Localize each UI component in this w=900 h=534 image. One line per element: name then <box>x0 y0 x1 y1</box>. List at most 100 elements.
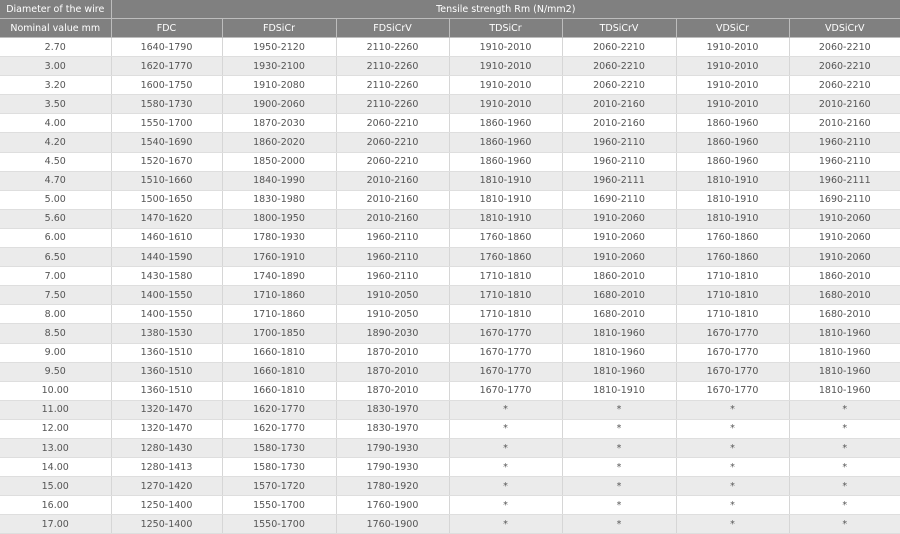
cell-fdc: 1510-1660 <box>111 171 223 191</box>
cell-tdsicrv: 2060-2210 <box>562 56 677 77</box>
table-row: 9.50 1360-1510 1660-1810 1870-2010 1670-1770… <box>0 362 900 382</box>
cell-nominal: 2.70 <box>0 37 112 58</box>
cell-tdsicrv: * <box>562 457 677 478</box>
cell-vdsicrv: 1910-2060 <box>789 247 900 268</box>
cell-vdsicrv: 1810-1960 <box>789 381 900 401</box>
table-row: 6.00 1460-1610 1780-1930 1960-2110 1760-1860… <box>0 228 900 249</box>
table-row: 5.60 1470-1620 1800-1950 2010-2160 1810-1910… <box>0 209 900 229</box>
table-row: 2.70 1640-1790 1950-2120 2110-2260 1910-2010… <box>0 37 900 58</box>
cell-fdsicr: 1570-1720 <box>222 476 337 497</box>
cell-fdsicrv: 1830-1970 <box>336 419 450 439</box>
table-row: 4.00 1550-1700 1870-2030 2060-2210 1860-1960… <box>0 113 900 134</box>
cell-tdsicrv: 1680-2010 <box>562 285 677 306</box>
cell-tdsicr: * <box>449 457 563 478</box>
cell-fdc: 1520-1670 <box>111 152 223 172</box>
cell-tdsicrv: 1910-2060 <box>562 228 677 249</box>
cell-tdsicr: 1810-1910 <box>449 209 563 229</box>
cell-fdc: 1620-1770 <box>111 56 223 77</box>
cell-nominal: 4.20 <box>0 132 112 153</box>
cell-nominal: 3.00 <box>0 56 112 77</box>
cell-fdc: 1460-1610 <box>111 228 223 249</box>
cell-fdc: 1380-1530 <box>111 323 223 344</box>
cell-vdsicr: 1670-1770 <box>676 381 790 401</box>
cell-vdsicrv: * <box>789 400 900 420</box>
cell-fdc: 1470-1620 <box>111 209 223 229</box>
cell-fdsicr: 1660-1810 <box>222 343 337 363</box>
cell-nominal: 14.00 <box>0 457 112 478</box>
cell-tdsicr: 1860-1960 <box>449 152 563 172</box>
cell-fdsicr: 1860-2020 <box>222 132 337 153</box>
cell-tdsicrv: * <box>562 438 677 459</box>
cell-vdsicr: 1910-2010 <box>676 37 790 58</box>
col-header-tdsicr: TDSiCr <box>449 18 563 38</box>
cell-nominal: 4.50 <box>0 152 112 172</box>
cell-vdsicr: 1910-2010 <box>676 56 790 77</box>
cell-nominal: 5.00 <box>0 190 112 210</box>
cell-tdsicrv: 1910-2060 <box>562 209 677 229</box>
table-row: 6.50 1440-1590 1760-1910 1960-2110 1760-1860… <box>0 247 900 268</box>
table-body: 2.70 1640-1790 1950-2120 2110-2260 1910-2010… <box>0 37 900 534</box>
cell-fdsicr: 1710-1860 <box>222 304 337 325</box>
cell-tdsicr: 1810-1910 <box>449 171 563 191</box>
table-row: 3.50 1580-1730 1900-2060 2110-2260 1910-2010… <box>0 94 900 115</box>
cell-fdsicr: 1950-2120 <box>222 37 337 58</box>
col-header-fdc: FDC <box>111 18 223 38</box>
cell-tdsicr: 1760-1860 <box>449 228 563 249</box>
cell-tdsicr: 1810-1910 <box>449 190 563 210</box>
cell-nominal: 10.00 <box>0 381 112 401</box>
cell-fdsicrv: 1760-1900 <box>336 495 450 516</box>
cell-fdc: 1430-1580 <box>111 266 223 287</box>
table-row: 8.50 1380-1530 1700-1850 1890-2030 1670-1770… <box>0 323 900 344</box>
cell-nominal: 8.50 <box>0 323 112 344</box>
cell-fdc: 1360-1510 <box>111 343 223 363</box>
cell-vdsicrv: 1960-2110 <box>789 132 900 153</box>
cell-tdsicrv: * <box>562 476 677 497</box>
cell-fdc: 1250-1400 <box>111 495 223 516</box>
cell-vdsicrv: 2060-2210 <box>789 56 900 77</box>
cell-vdsicrv: 2010-2160 <box>789 113 900 134</box>
col-header-fdsicrv: FDSiCrV <box>336 18 450 38</box>
cell-fdsicrv: 2010-2160 <box>336 209 450 229</box>
table-row: 3.20 1600-1750 1910-2080 2110-2260 1910-2010… <box>0 75 900 96</box>
cell-vdsicr: * <box>676 457 790 478</box>
col-header-nominal: Nominal value mm <box>0 18 112 38</box>
cell-tdsicrv: 2060-2210 <box>562 37 677 58</box>
cell-fdsicrv: 1780-1920 <box>336 476 450 497</box>
cell-fdc: 1250-1400 <box>111 514 223 534</box>
cell-vdsicrv: 2010-2160 <box>789 94 900 115</box>
cell-nominal: 3.20 <box>0 75 112 96</box>
cell-tdsicr: * <box>449 400 563 420</box>
cell-tdsicr: 1910-2010 <box>449 56 563 77</box>
cell-nominal: 4.70 <box>0 171 112 191</box>
table-row: 4.20 1540-1690 1860-2020 2060-2210 1860-1960… <box>0 132 900 153</box>
cell-vdsicrv: 1680-2010 <box>789 304 900 325</box>
cell-fdsicrv: 2010-2160 <box>336 171 450 191</box>
cell-fdsicr: 1620-1770 <box>222 400 337 420</box>
cell-fdsicr: 1550-1700 <box>222 514 337 534</box>
cell-fdsicr: 1710-1860 <box>222 285 337 306</box>
cell-fdsicrv: 2110-2260 <box>336 37 450 58</box>
cell-vdsicrv: 1690-2110 <box>789 190 900 210</box>
cell-fdc: 1500-1650 <box>111 190 223 210</box>
table-row: 13.00 1280-1430 1580-1730 1790-1930 * * * * <box>0 438 900 459</box>
table-row: 7.00 1430-1580 1740-1890 1960-2110 1710-1810… <box>0 266 900 287</box>
cell-tdsicrv: * <box>562 419 677 439</box>
cell-tdsicrv: 1810-1960 <box>562 362 677 382</box>
cell-fdc: 1600-1750 <box>111 75 223 96</box>
cell-tdsicr: 1910-2010 <box>449 37 563 58</box>
table-row: 7.50 1400-1550 1710-1860 1910-2050 1710-1810… <box>0 285 900 306</box>
cell-nominal: 9.00 <box>0 343 112 363</box>
cell-nominal: 16.00 <box>0 495 112 516</box>
cell-tdsicr: 1860-1960 <box>449 113 563 134</box>
cell-vdsicrv: 1910-2060 <box>789 228 900 249</box>
cell-fdc: 1320-1470 <box>111 419 223 439</box>
cell-fdsicrv: 1910-2050 <box>336 304 450 325</box>
table-row: 16.00 1250-1400 1550-1700 1760-1900 * * * * <box>0 495 900 516</box>
tensile-strength-header: Tensile strength Rm (N/mm2) <box>111 0 900 19</box>
cell-vdsicr: 1710-1810 <box>676 266 790 287</box>
cell-tdsicrv: 1860-2010 <box>562 266 677 287</box>
cell-fdc: 1280-1413 <box>111 457 223 478</box>
table-row: 4.70 1510-1660 1840-1990 2010-2160 1810-1910… <box>0 171 900 191</box>
cell-fdsicrv: 1910-2050 <box>336 285 450 306</box>
cell-fdsicr: 1660-1810 <box>222 381 337 401</box>
